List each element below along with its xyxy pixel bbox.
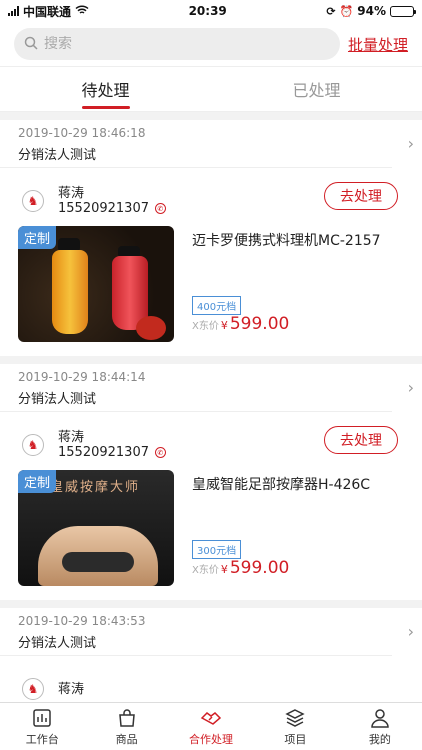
nav-projects[interactable]: 项目 <box>253 703 337 750</box>
order-date: 2019-10-29 18:44:14 <box>18 370 146 384</box>
user-row: ♞ 蒋涛 15520921307 ✆ 去处理 <box>0 168 422 226</box>
tab-pending[interactable]: 待处理 <box>0 67 211 111</box>
custom-badge: 定制 <box>18 226 57 249</box>
chevron-right-icon: › <box>407 378 414 397</box>
price-row: X东价 ¥ 599.00 <box>192 314 289 334</box>
tab-bar: 待处理 已处理 <box>0 66 422 112</box>
product-row[interactable]: 定制 皇威按摩大师 皇威智能足部按摩器H-426C 300元档 X东价 ¥ 59… <box>0 470 422 600</box>
wifi-icon <box>75 4 89 18</box>
nav-profile[interactable]: 我的 <box>338 703 422 750</box>
bottom-nav: 工作台 商品 合作处理 项目 我的 <box>0 702 422 750</box>
order-header[interactable]: 2019-10-29 18:43:53 分销法人测试 › <box>0 608 414 656</box>
phone-icon[interactable]: ✆ <box>154 203 166 214</box>
product-row[interactable]: 定制 迈卡罗便携式料理机MC-2157 400元档 X东价 ¥ 599.00 <box>0 226 422 356</box>
process-button[interactable]: 去处理 <box>324 182 398 210</box>
product-name: 迈卡罗便携式料理机MC-2157 <box>192 233 381 249</box>
image-caption: 皇威按摩大师 <box>50 480 141 495</box>
price-value: 599.00 <box>229 558 290 578</box>
product-info: 皇威智能足部按摩器H-426C 300元档 X东价 ¥ 599.00 <box>192 470 404 586</box>
currency-symbol: ¥ <box>220 319 228 332</box>
user-name: 蒋涛 <box>58 185 85 201</box>
clock: 20:39 <box>188 4 227 18</box>
order-date: 2019-10-29 18:43:53 <box>18 614 146 628</box>
deer-logo-icon: ♞ <box>22 434 44 456</box>
nav-label: 工作台 <box>25 732 59 746</box>
alarm-icon: ⏰ <box>339 4 354 18</box>
search-icon <box>24 35 38 54</box>
order-card: 2019-10-29 18:43:53 分销法人测试 › ♞ 蒋涛 <box>0 608 422 702</box>
price-row: X东价 ¥ 599.00 <box>192 558 289 578</box>
order-header[interactable]: 2019-10-29 18:46:18 分销法人测试 › <box>0 120 414 168</box>
order-seller: 分销法人测试 <box>18 636 97 651</box>
custom-badge: 定制 <box>18 470 57 493</box>
tab-processed[interactable]: 已处理 <box>211 67 422 111</box>
currency-symbol: ¥ <box>220 563 228 576</box>
user-name: 蒋涛 <box>58 429 85 445</box>
nav-label: 商品 <box>115 732 138 746</box>
user-row: ♞ 蒋涛 15520921307 ✆ 去处理 <box>0 412 422 470</box>
price-tier-tag: 300元档 <box>192 540 242 559</box>
deer-logo-icon: ♞ <box>22 678 44 700</box>
order-header[interactable]: 2019-10-29 18:44:14 分销法人测试 › <box>0 364 414 412</box>
deer-logo-icon: ♞ <box>22 190 44 212</box>
nav-label: 合作处理 <box>189 732 234 746</box>
nav-label: 项目 <box>284 732 307 746</box>
lock-rotation-icon: ⟳ <box>326 4 336 18</box>
user-name: 蒋涛 <box>58 681 85 697</box>
layers-icon <box>285 708 306 727</box>
search-box[interactable] <box>14 28 340 60</box>
search-input[interactable] <box>44 36 330 52</box>
order-seller: 分销法人测试 <box>18 148 97 163</box>
nav-dashboard[interactable]: 工作台 <box>0 703 84 750</box>
signal-icon <box>8 6 19 16</box>
order-date: 2019-10-29 18:46:18 <box>18 126 146 140</box>
order-card: 2019-10-29 18:44:14 分销法人测试 › ♞ 蒋涛 155209… <box>0 364 422 600</box>
phone-icon[interactable]: ✆ <box>154 447 166 458</box>
process-button[interactable]: 去处理 <box>324 426 398 454</box>
price-label: X东价 <box>192 321 219 332</box>
product-image: 定制 <box>18 226 174 342</box>
bag-icon <box>118 708 135 727</box>
nav-cooperation[interactable]: 合作处理 <box>169 703 253 750</box>
battery-percent: 94% <box>357 4 386 18</box>
product-name: 皇威智能足部按摩器H-426C <box>192 477 371 493</box>
product-image: 定制 皇威按摩大师 <box>18 470 174 586</box>
user-row: ♞ 蒋涛 <box>0 656 422 702</box>
price-tier-tag: 400元档 <box>192 296 242 315</box>
user-icon <box>371 708 389 728</box>
order-card: 2019-10-29 18:46:18 分销法人测试 › ♞ 蒋涛 155209… <box>0 120 422 356</box>
handshake-icon <box>200 711 222 725</box>
chevron-right-icon: › <box>407 134 414 153</box>
nav-label: 我的 <box>368 732 391 746</box>
user-phone: 15520921307 <box>58 200 149 216</box>
batch-process-link[interactable]: 批量处理 <box>348 34 408 55</box>
order-seller: 分销法人测试 <box>18 392 97 407</box>
chevron-right-icon: › <box>407 622 414 641</box>
top-bar: 批量处理 <box>0 22 422 66</box>
product-info: 迈卡罗便携式料理机MC-2157 400元档 X东价 ¥ 599.00 <box>192 226 404 342</box>
price-value: 599.00 <box>229 314 290 334</box>
user-phone: 15520921307 <box>58 444 149 460</box>
status-bar: 中国联通 20:39 ⟳ ⏰ 94% <box>0 0 422 22</box>
dashboard-icon <box>33 708 51 727</box>
price-label: X东价 <box>192 565 219 576</box>
app-screen: 中国联通 20:39 ⟳ ⏰ 94% 批量处理 待处理 已处理 <box>0 0 422 750</box>
order-list: 2019-10-29 18:46:18 分销法人测试 › ♞ 蒋涛 155209… <box>0 112 422 702</box>
battery-icon <box>390 5 416 17</box>
nav-products[interactable]: 商品 <box>84 703 168 750</box>
carrier-name: 中国联通 <box>23 4 72 19</box>
